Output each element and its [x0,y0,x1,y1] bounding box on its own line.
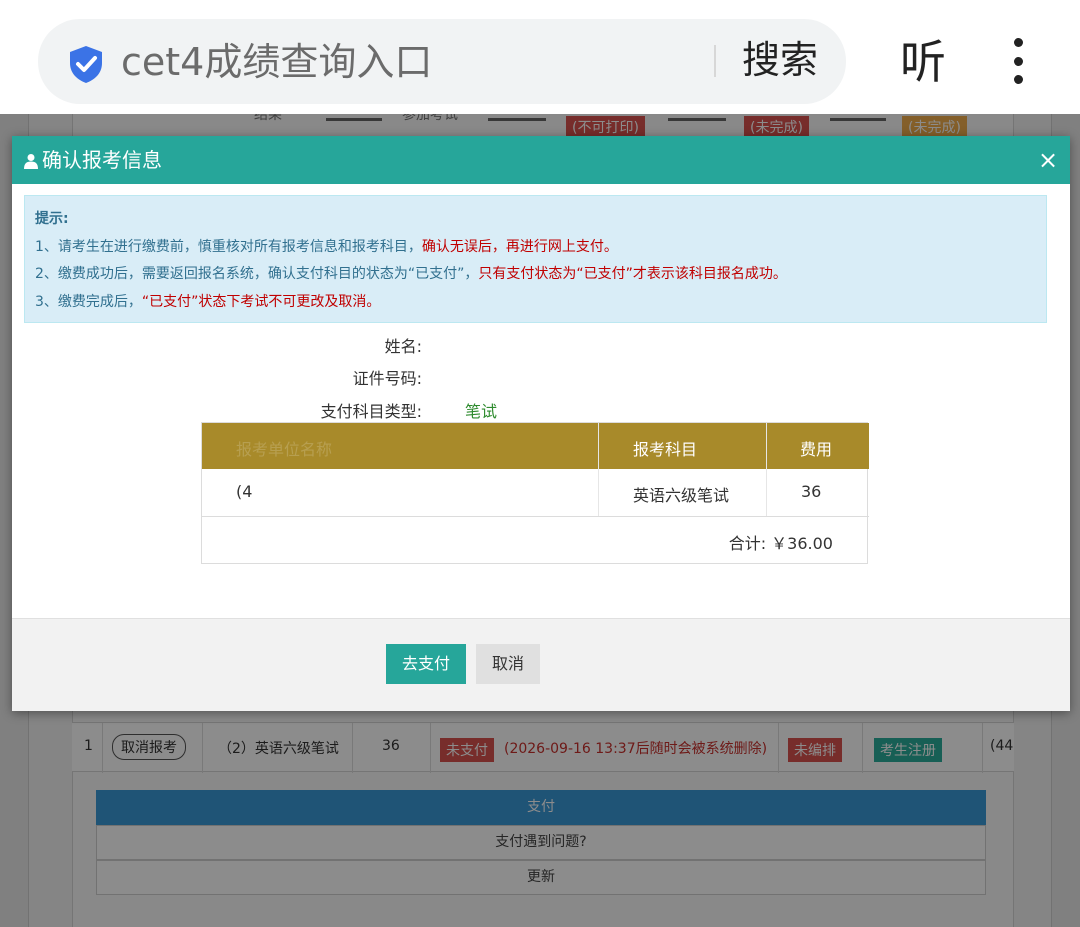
close-icon[interactable]: × [1036,148,1060,172]
row-unit: (4 [236,482,253,501]
confirm-registration-dialog: 确认报考信息 × 提示: 1、请考生在进行缴费前，慎重核对所有报考信息和报考科目… [12,136,1070,711]
subject-type-value: 笔试 [465,402,498,421]
fee-table: 报考单位名称 报考科目 费用 (4 英语六级笔试 36 合计: ￥36.00 [201,422,869,564]
row-fee: 36 [801,482,822,501]
tips-title: 提示: [35,211,69,227]
listen-button[interactable]: 听 [900,34,946,90]
fee-table-header: 报考单位名称 报考科目 费用 [202,423,869,469]
col-header-subject: 报考科目 [633,440,698,459]
name-label: 姓名: [384,337,422,356]
user-icon [24,154,38,169]
search-button[interactable]: 搜索 [742,37,818,83]
tip-line-1: 1、请考生在进行缴费前，慎重核对所有报考信息和报考科目，确认无误后，再进行网上支… [35,236,618,256]
fee-total: 合计: ￥36.00 [728,534,833,553]
fee-table-row: (4 英语六级笔试 36 [202,469,869,517]
tip-warning-text: 只有支付状态为“已支付”才表示该科目报名成功。 [478,266,787,282]
browser-toolbar: cet4成绩查询入口 搜索 听 [0,0,1080,114]
tip-text: 1、请考生在进行缴费前，慎重核对所有报考信息和报考科目， [35,239,422,255]
tip-warning-text: “已支付”状态下考试不可更改及取消。 [141,294,381,310]
dialog-title: 确认报考信息 [42,148,162,172]
row-subject: 英语六级笔试 [633,486,730,505]
tips-alert: 提示: 1、请考生在进行缴费前，慎重核对所有报考信息和报考科目，确认无误后，再进… [24,195,1047,323]
tip-line-3: 3、缴费完成后，“已支付”状态下考试不可更改及取消。 [35,291,380,311]
subject-type-label: 支付科目类型: [320,402,422,421]
col-header-fee: 费用 [800,440,833,459]
id-number-label: 证件号码: [352,369,422,388]
tip-warning-text: 确认无误后，再进行网上支付。 [421,239,618,255]
search-box[interactable]: cet4成绩查询入口 搜索 [38,19,846,104]
tip-text: 3、缴费完成后， [35,294,142,310]
tip-line-2: 2、缴费成功后，需要返回报名系统，确认支付科目的状态为“已支付”，只有支付状态为… [35,263,787,283]
dialog-header: 确认报考信息 × [12,136,1070,184]
tip-text: 2、缴费成功后，需要返回报名系统，确认支付科目的状态为“已支付”， [35,266,479,282]
search-divider [714,45,716,77]
go-pay-button[interactable]: 去支付 [386,644,466,684]
col-header-unit: 报考单位名称 [236,440,333,459]
shield-icon [70,46,102,83]
more-menu-icon[interactable] [1004,38,1034,88]
dialog-footer: 去支付 取消 [12,618,1070,711]
search-query-text[interactable]: cet4成绩查询入口 [121,39,432,85]
cancel-button[interactable]: 取消 [476,644,540,684]
